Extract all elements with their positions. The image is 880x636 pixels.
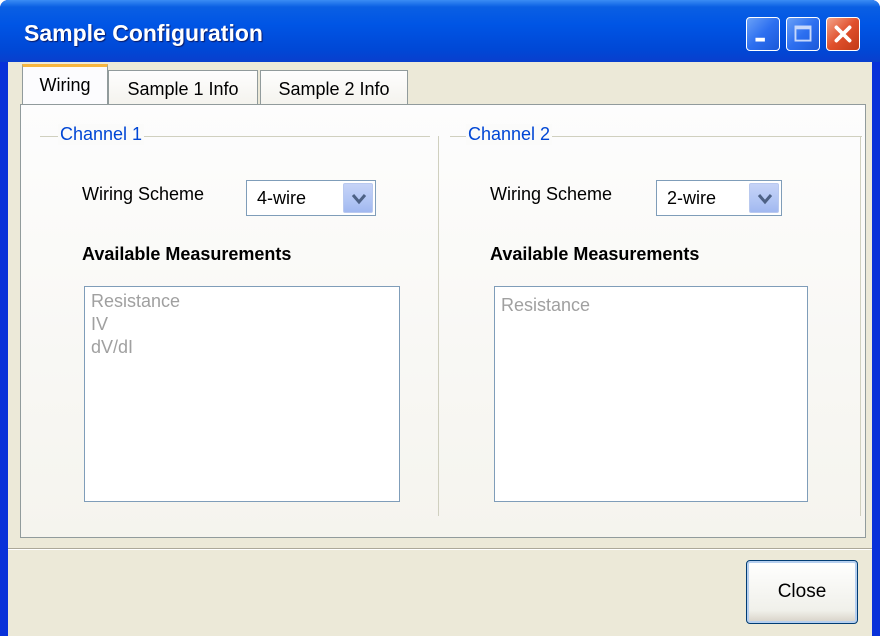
list-item[interactable]: dV/dI	[91, 337, 133, 358]
list-item[interactable]: IV	[91, 314, 108, 335]
maximize-button[interactable]	[786, 17, 820, 51]
channel-1-wiring-select[interactable]: 4-wire	[246, 180, 376, 216]
minimize-icon	[755, 37, 765, 42]
channel-2-dropdown-button[interactable]	[749, 183, 779, 213]
channel-1-title: Channel 1	[58, 124, 145, 145]
close-icon	[834, 25, 852, 43]
tab-sample-1-info-label: Sample 1 Info	[127, 79, 239, 99]
close-window-button[interactable]	[826, 17, 860, 51]
tab-wiring[interactable]: Wiring	[22, 64, 108, 106]
channel-1-dropdown-button[interactable]	[343, 183, 373, 213]
channel-2-wiring-label: Wiring Scheme	[490, 184, 613, 204]
tab-wiring-label: Wiring	[39, 75, 91, 95]
channel-1-measurements-heading: Available Measurements	[82, 244, 292, 264]
chevron-down-icon	[757, 194, 773, 205]
tab-sample-2-info[interactable]: Sample 2 Info	[260, 70, 408, 108]
list-item[interactable]: Resistance	[91, 291, 180, 312]
channel-2-title: Channel 2	[466, 124, 553, 145]
channel-2-measurements-list[interactable]: Resistance	[494, 286, 808, 502]
channel-2-wiring-value: 2-wire	[667, 188, 717, 208]
close-button[interactable]: Close	[746, 560, 858, 624]
footer-separator	[8, 548, 872, 550]
minimize-button[interactable]	[746, 17, 780, 51]
title-bar[interactable]: Sample Configuration	[0, 0, 880, 70]
channel-1-wiring-value: 4-wire	[257, 188, 307, 208]
channel-1-measurements-list[interactable]: Resistance IV dV/dI	[84, 286, 400, 502]
window-right-border	[872, 62, 880, 636]
tab-sample-1-info[interactable]: Sample 1 Info	[108, 70, 258, 108]
channel-2-groupbox-right	[860, 136, 861, 516]
maximize-icon	[794, 25, 812, 42]
channel-2-measurements-heading: Available Measurements	[490, 244, 700, 264]
chevron-down-icon	[351, 194, 367, 205]
list-item[interactable]: Resistance	[501, 295, 590, 316]
tab-sample-2-info-label: Sample 2 Info	[278, 79, 390, 99]
close-button-label: Close	[777, 581, 827, 602]
channel-1-wiring-label: Wiring Scheme	[82, 184, 205, 204]
window-left-border	[0, 62, 8, 636]
channel-divider	[438, 136, 439, 516]
window-title: Sample Configuration	[24, 20, 263, 46]
channel-2-wiring-select[interactable]: 2-wire	[656, 180, 782, 216]
